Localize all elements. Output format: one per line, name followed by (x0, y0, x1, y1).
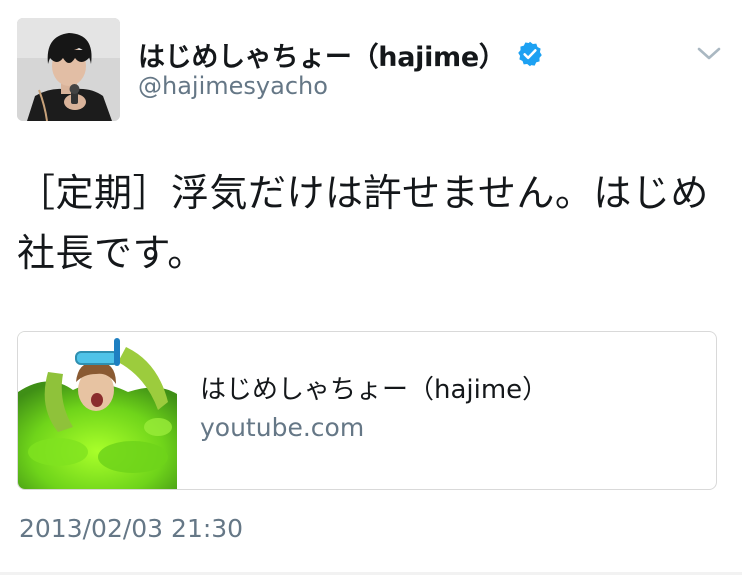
card-title: はじめしゃちょー（hajime） (200, 375, 549, 405)
card-thumbnail (18, 332, 177, 489)
timestamp[interactable]: 2013/02/03 21:30 (19, 514, 243, 543)
verified-badge-icon (516, 40, 544, 68)
tweet: はじめしゃちょー（hajime） @hajimesyacho ［定期］浮気だけは… (0, 0, 742, 575)
avatar[interactable] (17, 18, 120, 121)
tweet-text: ［定期］浮気だけは許せません。はじめ社長です。 (17, 171, 709, 275)
avatar-photo (17, 18, 120, 121)
card-domain: youtube.com (200, 413, 365, 442)
link-card[interactable]: はじめしゃちょー（hajime） youtube.com (17, 331, 717, 490)
handle[interactable]: @hajimesyacho (138, 72, 328, 100)
display-name[interactable]: はじめしゃちょー（hajime） (138, 35, 506, 74)
chevron-down-icon[interactable] (696, 42, 722, 64)
name-row: はじめしゃちょー（hajime） (138, 34, 544, 74)
video-thumbnail (18, 332, 177, 489)
